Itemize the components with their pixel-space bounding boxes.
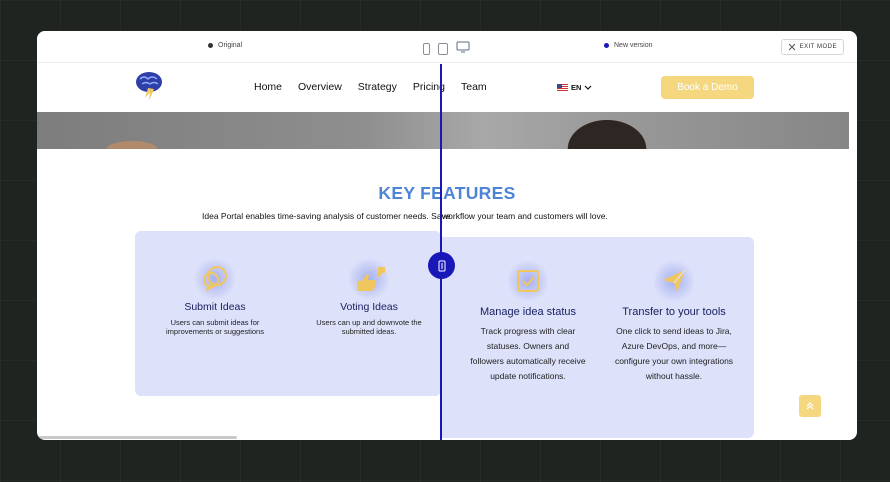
exit-mode-button[interactable]: EXIT MODE [780, 39, 844, 55]
features-subtitle-new: workflow your team and customers will lo… [442, 211, 608, 221]
new-version-dot [604, 43, 609, 48]
desktop-icon[interactable] [456, 40, 470, 58]
features-panel-original: Submit Ideas Users can submit ideas for … [135, 231, 441, 396]
feature-description: Users can up and downvote the submitted … [316, 318, 422, 336]
book-demo-button[interactable]: Book a Demo [661, 76, 754, 99]
horizontal-scrollbar[interactable] [37, 436, 237, 439]
tablet-icon[interactable] [438, 43, 448, 55]
close-icon [788, 43, 795, 51]
nav-overview[interactable]: Overview [298, 81, 342, 93]
feature-title: Submit Ideas [184, 301, 246, 313]
scroll-to-top-button[interactable] [799, 395, 821, 417]
divider-handle[interactable] [428, 252, 455, 279]
original-dot [208, 43, 213, 48]
nav-strategy[interactable]: Strategy [358, 81, 397, 93]
hero-image [37, 112, 849, 149]
features-panel-new: Manage idea status Track progress with c… [441, 237, 754, 438]
feature-card-transfer: Transfer to your tools One click to send… [607, 261, 741, 384]
double-chevron-up-icon [806, 402, 814, 410]
nav-home[interactable]: Home [254, 81, 282, 93]
feature-description: Track progress with clear statuses. Owne… [470, 326, 586, 381]
hero-image-detail [97, 138, 167, 149]
feature-card-submit: Submit Ideas Users can submit ideas for … [163, 259, 267, 336]
feature-card-status: Manage idea status Track progress with c… [469, 261, 587, 384]
feature-card-voting: Voting Ideas Users can up and downvote t… [311, 259, 427, 336]
feature-description: One click to send ideas to Jira, Azure D… [614, 326, 734, 381]
paper-plane-icon [654, 261, 694, 301]
device-switcher [423, 40, 470, 58]
drag-handle-icon [438, 260, 445, 271]
comparison-window: Original New version EXIT MODE Home Over… [37, 31, 857, 440]
language-selector[interactable]: EN [557, 83, 592, 92]
features-heading: KEY FEATURES [378, 183, 516, 203]
checkbox-icon [508, 261, 548, 301]
new-version-label: New version [604, 42, 653, 49]
feature-title: Voting Ideas [340, 301, 398, 313]
main-menu: Home Overview Strategy Pricing Team [254, 81, 487, 93]
thumbs-icon [349, 259, 389, 299]
hero-image-person [557, 112, 657, 149]
feature-title: Manage idea status [479, 306, 576, 318]
phone-icon[interactable] [423, 43, 430, 55]
compare-toolbar: Original New version EXIT MODE [37, 31, 857, 63]
chevron-down-icon [584, 85, 592, 90]
features-subtitle-original: Idea Portal enables time-saving analysis… [202, 211, 451, 221]
hero-edge [849, 112, 857, 149]
nav-team[interactable]: Team [461, 81, 487, 93]
original-label: Original [208, 42, 242, 49]
site-header: Home Overview Strategy Pricing Team EN B… [37, 64, 857, 112]
brain-logo-icon[interactable] [134, 70, 164, 102]
feature-description: Users can submit ideas for improvements … [166, 318, 264, 336]
us-flag-icon [557, 84, 568, 91]
feature-title: Transfer to your tools [622, 306, 726, 318]
chat-bubble-icon [195, 259, 235, 299]
